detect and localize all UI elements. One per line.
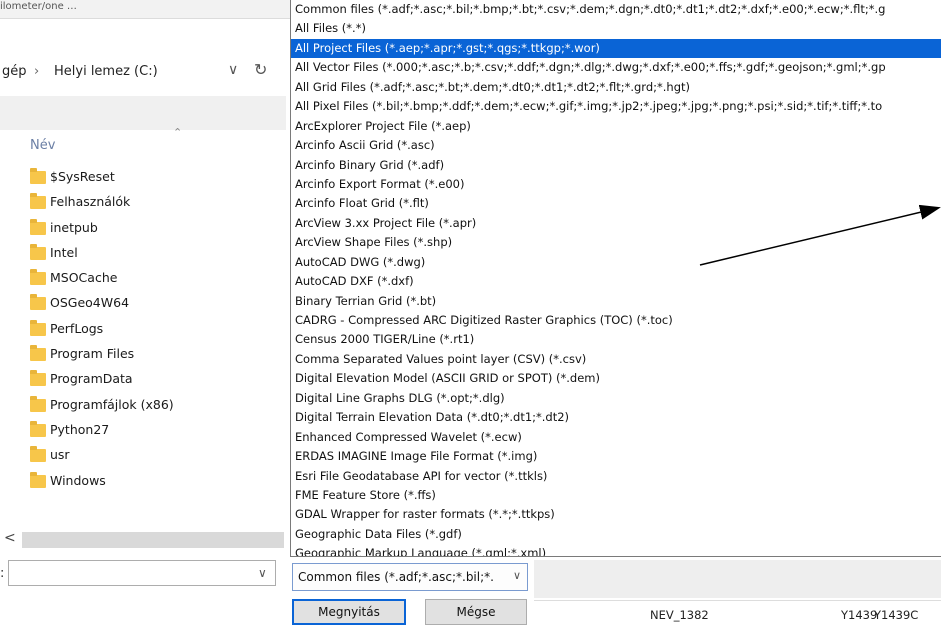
horizontal-scrollbar[interactable] xyxy=(22,532,284,548)
table-cell-name: NEV_1382 xyxy=(650,608,709,622)
folder-label: Programfájlok (x86) xyxy=(50,396,174,412)
table-cell-y2: Y1439C xyxy=(874,608,919,622)
dropdown-border xyxy=(290,556,941,557)
folder-list: $SysReset Felhasználók inetpub Intel MSO… xyxy=(30,168,280,497)
list-item[interactable]: $SysReset xyxy=(30,168,280,193)
filename-label: : xyxy=(0,566,5,581)
folder-label: Python27 xyxy=(50,421,110,437)
folder-icon xyxy=(30,345,46,362)
file-type-option[interactable]: Common files (*.adf;*.asc;*.bil;*.bmp;*.… xyxy=(291,0,941,19)
list-item[interactable]: Windows xyxy=(30,471,280,497)
folder-label: OSGeo4W64 xyxy=(50,295,130,311)
file-type-option[interactable]: Enhanced Compressed Wavelet (*.ecw) xyxy=(291,428,941,447)
folder-label: PerfLogs xyxy=(50,320,104,336)
open-button[interactable]: Megnyitás xyxy=(292,599,406,625)
file-type-option[interactable]: Comma Separated Values point layer (CSV)… xyxy=(291,350,941,369)
column-header-name[interactable]: Név xyxy=(30,138,55,153)
folder-label: MSOCache xyxy=(50,270,118,286)
refresh-icon[interactable]: ↻ xyxy=(254,60,267,79)
file-type-option[interactable]: Digital Line Graphs DLG (*.opt;*.dlg) xyxy=(291,389,941,408)
toolbar-band xyxy=(0,96,286,130)
background-title-strip: ilometer/one … xyxy=(0,0,290,19)
filename-input[interactable] xyxy=(8,560,276,586)
folder-icon xyxy=(30,471,46,488)
breadcrumb-item-local-disk[interactable]: Helyi lemez (C:) xyxy=(54,64,158,79)
table-cell-y1: Y1439 xyxy=(841,608,878,622)
folder-label: Felhasználók xyxy=(50,194,131,210)
folder-icon xyxy=(30,370,46,387)
folder-label: Program Files xyxy=(50,346,135,362)
background-title-text: ilometer/one … xyxy=(0,1,77,12)
file-type-option[interactable]: All Pixel Files (*.bil;*.bmp;*.ddf;*.dem… xyxy=(291,97,941,116)
list-item[interactable]: ProgramData xyxy=(30,370,280,395)
folder-label: inetpub xyxy=(50,219,98,235)
annotation-arrow-icon xyxy=(699,204,941,266)
list-item[interactable]: Program Files xyxy=(30,345,280,370)
file-type-option[interactable]: All Files (*.*) xyxy=(291,19,941,38)
folder-label: ProgramData xyxy=(50,371,133,387)
folder-label: Windows xyxy=(50,472,106,488)
background-panel xyxy=(534,560,941,598)
file-type-option[interactable]: All Grid Files (*.adf;*.asc;*.bt;*.dem;*… xyxy=(291,78,941,97)
folder-icon xyxy=(30,420,46,437)
file-type-option[interactable]: CADRG - Compressed ARC Digitized Raster … xyxy=(291,311,941,330)
folder-label: usr xyxy=(50,447,70,463)
list-item[interactable]: MSOCache xyxy=(30,269,280,294)
file-type-option[interactable]: Esri File Geodatabase API for vector (*.… xyxy=(291,467,941,486)
folder-icon xyxy=(30,269,46,286)
file-type-option-selected[interactable]: All Project Files (*.aep;*.apr;*.gst;*.q… xyxy=(291,38,941,59)
scroll-left-icon[interactable]: < xyxy=(4,530,16,546)
list-item[interactable]: Programfájlok (x86) xyxy=(30,395,280,421)
chevron-down-icon: ∨ xyxy=(512,569,521,582)
file-type-option[interactable]: All Vector Files (*.000;*.asc;*.b;*.csv;… xyxy=(291,58,941,77)
file-type-option[interactable]: Census 2000 TIGER/Line (*.rt1) xyxy=(291,330,941,349)
breadcrumb-separator-icon: › xyxy=(34,64,40,79)
file-type-option[interactable]: Binary Terrian Grid (*.bt) xyxy=(291,292,941,311)
breadcrumb[interactable]: gép › Helyi lemez (C:) ∨ ↻ xyxy=(0,56,286,90)
breadcrumb-item-pc[interactable]: gép xyxy=(2,64,27,79)
folder-icon xyxy=(30,446,46,463)
folder-icon xyxy=(30,193,46,210)
list-item[interactable]: PerfLogs xyxy=(30,319,280,345)
folder-icon xyxy=(30,319,46,336)
list-item[interactable]: OSGeo4W64 xyxy=(30,294,280,319)
folder-icon xyxy=(30,243,46,260)
list-item[interactable]: Intel xyxy=(30,243,280,269)
folder-icon xyxy=(30,168,46,184)
chevron-down-icon[interactable]: ∨ xyxy=(228,62,238,78)
list-item[interactable]: inetpub xyxy=(30,218,280,244)
folder-icon xyxy=(30,218,46,235)
chevron-down-icon[interactable]: ∨ xyxy=(258,566,267,580)
list-item[interactable]: Python27 xyxy=(30,420,280,446)
list-item[interactable]: Felhasználók xyxy=(30,193,280,218)
file-type-option[interactable]: Geographic Data Files (*.gdf) xyxy=(291,525,941,544)
file-type-option[interactable]: ArcExplorer Project File (*.aep) xyxy=(291,117,941,136)
file-type-option[interactable]: GDAL Wrapper for raster formats (*.*;*.t… xyxy=(291,505,941,524)
folder-label: $SysReset xyxy=(50,169,115,184)
file-type-option[interactable]: ERDAS IMAGINE Image File Format (*.img) xyxy=(291,447,941,466)
folder-icon xyxy=(30,395,46,412)
folder-label: Intel xyxy=(50,244,78,260)
file-type-option[interactable]: Digital Elevation Model (ASCII GRID or S… xyxy=(291,369,941,388)
list-item[interactable]: usr xyxy=(30,446,280,471)
folder-icon xyxy=(30,294,46,311)
sort-ascending-icon: ⌃ xyxy=(173,126,183,139)
cancel-button[interactable]: Mégse xyxy=(425,599,527,625)
file-type-option[interactable]: Digital Terrain Elevation Data (*.dt0;*.… xyxy=(291,408,941,427)
file-type-option[interactable]: FME Feature Store (*.ffs) xyxy=(291,486,941,505)
file-type-select[interactable]: Common files (*.adf;*.asc;*.bil;*. ∨ xyxy=(292,563,528,591)
file-type-select-value: Common files (*.adf;*.asc;*.bil;*. xyxy=(298,570,494,584)
